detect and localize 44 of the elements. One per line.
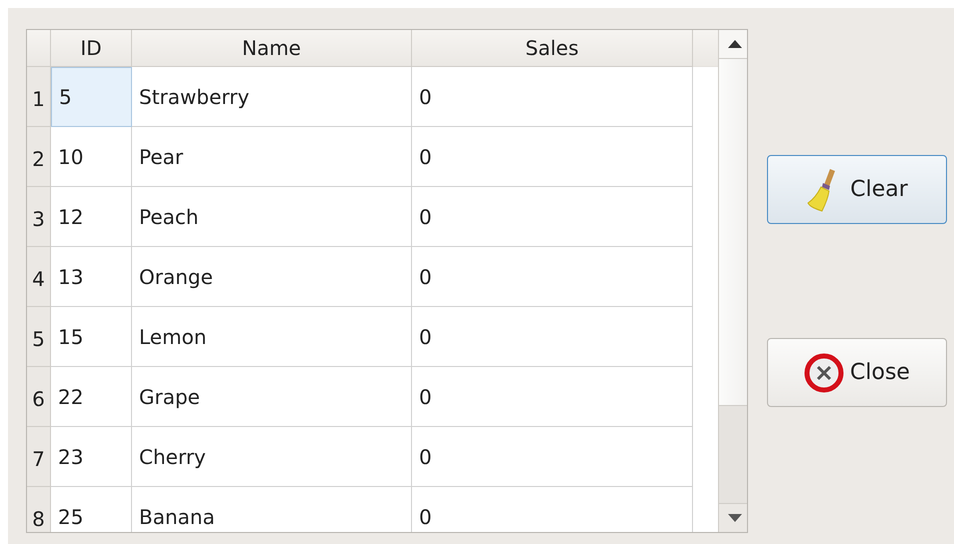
table-cell[interactable]: Lemon — [132, 307, 412, 367]
table-cell[interactable]: Orange — [132, 247, 412, 307]
row-header[interactable]: 7 — [27, 427, 51, 487]
row-header[interactable]: 4 — [27, 247, 51, 307]
table-cell[interactable]: 0 — [412, 427, 693, 487]
table-cell[interactable]: Grape — [132, 367, 412, 427]
table-cell[interactable]: Cherry — [132, 427, 412, 487]
row-header[interactable]: 1 — [27, 67, 51, 127]
row-header[interactable]: 6 — [27, 367, 51, 427]
row-header[interactable]: 3 — [27, 187, 51, 247]
table-cell[interactable]: 0 — [412, 307, 693, 367]
table-cell[interactable]: 12 — [51, 187, 132, 247]
header-corner[interactable] — [27, 30, 51, 67]
column-header[interactable]: Sales — [412, 30, 693, 67]
row-header[interactable]: 8 — [27, 487, 51, 532]
clear-button[interactable]: Clear — [767, 155, 947, 224]
table-cell[interactable]: 0 — [412, 367, 693, 427]
table-cell[interactable]: 0 — [412, 67, 693, 127]
scroll-down-icon[interactable] — [719, 503, 747, 532]
table-cell[interactable]: Banana — [132, 487, 412, 532]
close-icon — [804, 352, 844, 392]
table-cell[interactable]: 0 — [412, 247, 693, 307]
table-cell[interactable]: 13 — [51, 247, 132, 307]
table-cell[interactable]: Pear — [132, 127, 412, 187]
table-cell[interactable]: 10 — [51, 127, 132, 187]
table-cell[interactable]: 22 — [51, 367, 132, 427]
row-header[interactable]: 2 — [27, 127, 51, 187]
close-button[interactable]: Close — [767, 338, 947, 407]
table-cell[interactable]: 23 — [51, 427, 132, 487]
table-cell[interactable]: 25 — [51, 487, 132, 532]
table-cell[interactable]: 15 — [51, 307, 132, 367]
scrollbar[interactable] — [718, 30, 747, 532]
table-cell[interactable]: 5 — [51, 67, 132, 127]
table-cell[interactable]: Strawberry — [132, 67, 412, 127]
column-header[interactable]: Name — [132, 30, 412, 67]
scroll-thumb[interactable] — [719, 59, 747, 406]
column-header[interactable]: ID — [51, 30, 132, 67]
table-cell[interactable]: Peach — [132, 187, 412, 247]
table-cell[interactable]: 0 — [412, 187, 693, 247]
row-header[interactable]: 5 — [27, 307, 51, 367]
table-cell[interactable]: 0 — [412, 487, 693, 532]
table-cell[interactable]: 0 — [412, 127, 693, 187]
scroll-up-icon[interactable] — [719, 30, 747, 59]
header-filler — [693, 30, 718, 67]
